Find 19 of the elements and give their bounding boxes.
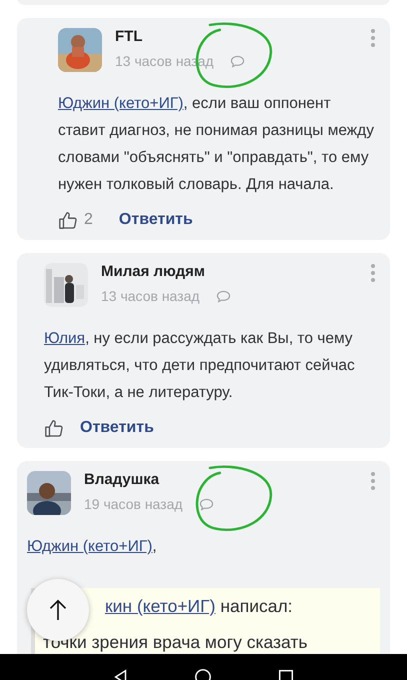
reply-link[interactable]: Ответить [108,211,193,229]
like-count: 2 [84,211,93,229]
comment-text: Юджин (кето+ИГ), [27,537,158,557]
author-name[interactable]: Милая людям [101,263,231,280]
comment-text: Юлия, ну если рассуждать как Вы, то чему удивляться, что дети предпочитают сейчас Тик-Токи, а не литературу. [44,329,356,403]
author-name[interactable]: FTL [115,28,245,45]
thumbs-up-icon[interactable] [58,210,78,230]
mention-link[interactable]: Юджин (кето+ИГ) [27,538,152,555]
mention-link[interactable]: кин (кето+ИГ) [105,596,216,616]
comment-text: Юджин (кето+ИГ), если ваш оппонент ставит диагноз, не понимая разницы между словами "объяснять" и "оправдать", то ему нужен толковый словарь. Для начала. [58,94,375,195]
quote-header: кин (кето+ИГ) написал: [105,595,294,618]
timestamp: 19 часов назад [84,496,183,512]
timestamp: 13 часов назад [101,288,200,304]
reply-link[interactable]: Ответить [70,419,154,437]
mention-link[interactable]: Юлия [44,330,86,347]
author-name[interactable]: Владушка [84,471,214,488]
up-arrow-icon [48,597,68,623]
mention-link[interactable]: Юджин (кето+ИГ) [58,95,184,112]
thumbs-up-icon[interactable] [44,418,64,438]
